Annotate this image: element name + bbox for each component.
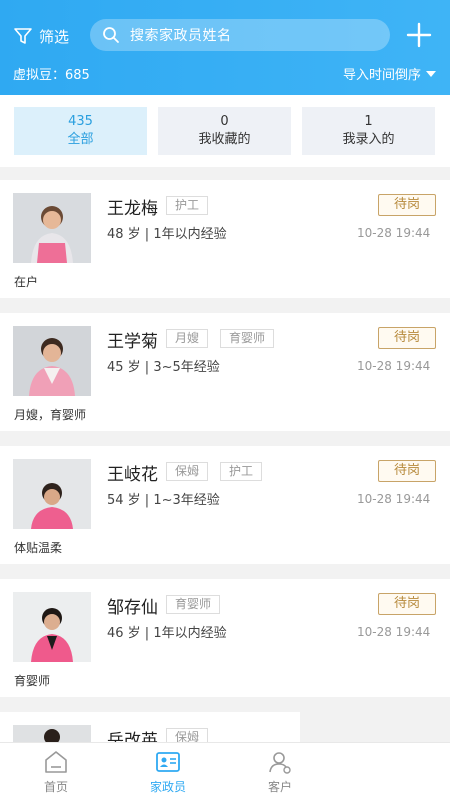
tab-my-entries-count: 1 (364, 114, 373, 129)
virtual-beans-balance: 虚拟豆：685 (13, 68, 90, 83)
skill-tag: 育婴师 (220, 329, 275, 348)
worker-card[interactable]: 王龙梅 护工 48 岁 | 1年以内经验 待岗 10-28 19:44 在户 (0, 180, 450, 298)
worker-tags: 护工 (166, 196, 220, 215)
search-placeholder: 搜索家政员姓名 (130, 28, 232, 44)
tab-favorites[interactable]: 0 我收藏的 (158, 107, 291, 155)
customer-icon (269, 752, 291, 774)
worker-card[interactable]: 王岐花 保姆 护工 54 岁 | 1~3年经验 待岗 10-28 19:44 体… (0, 446, 450, 564)
status-badge: 待岗 (378, 460, 436, 482)
status-badge: 待岗 (378, 593, 436, 615)
stats-tabs: 435 全部 0 我收藏的 1 我录入的 (0, 95, 450, 167)
worker-card[interactable]: 岳改英 保姆 (0, 712, 300, 751)
nav-customers-label: 客户 (267, 780, 292, 794)
worker-info: 48 岁 | 1年以内经验 (107, 227, 227, 242)
filter-icon (14, 28, 32, 44)
worker-name: 王岐花 (107, 465, 158, 485)
worker-info: 46 岁 | 1年以内经验 (107, 626, 227, 641)
skill-tag: 护工 (220, 462, 263, 481)
nav-workers[interactable]: 家政员 (128, 749, 208, 795)
timestamp: 10-28 19:44 (357, 492, 431, 506)
skill-tag: 育婴师 (166, 595, 221, 614)
tab-favorites-count: 0 (220, 114, 229, 129)
worker-name: 王学菊 (107, 332, 158, 352)
worker-card[interactable]: 王学菊 月嫂 育婴师 45 岁 | 3~5年经验 待岗 10-28 19:44 … (0, 313, 450, 431)
nav-home[interactable]: 首页 (16, 749, 96, 795)
timestamp: 10-28 19:44 (357, 226, 431, 240)
avatar (13, 592, 91, 662)
worker-name: 王龙梅 (107, 199, 158, 219)
worker-note: 月嫂，育婴师 (14, 408, 87, 422)
worker-info: 45 岁 | 3~5年经验 (107, 360, 220, 375)
sort-label: 导入时间倒序 (342, 68, 421, 83)
chevron-down-icon (426, 70, 436, 77)
timestamp: 10-28 19:44 (357, 359, 431, 373)
skill-tag: 保姆 (166, 462, 209, 481)
worker-tags: 保姆 护工 (166, 462, 274, 481)
tab-all-label: 全部 (67, 132, 94, 147)
worker-name: 邹存仙 (107, 598, 158, 618)
skill-tag: 护工 (166, 196, 209, 215)
bottom-nav: 首页 家政员 客户 (0, 742, 450, 800)
worker-note: 在户 (14, 275, 39, 289)
avatar (13, 326, 91, 396)
skill-tag: 月嫂 (166, 329, 209, 348)
search-input[interactable]: 搜索家政员姓名 (90, 19, 390, 51)
add-icon[interactable] (406, 22, 432, 48)
status-badge: 待岗 (378, 327, 436, 349)
nav-home-label: 首页 (43, 780, 68, 794)
filter-button[interactable]: 筛选 (13, 24, 69, 48)
avatar (13, 193, 91, 263)
worker-note: 育婴师 (14, 674, 51, 688)
status-badge: 待岗 (378, 194, 436, 216)
tab-favorites-label: 我收藏的 (198, 132, 251, 147)
filter-label: 筛选 (39, 27, 70, 46)
nav-workers-label: 家政员 (149, 780, 186, 794)
tab-all[interactable]: 435 全部 (14, 107, 147, 155)
sort-dropdown[interactable]: 导入时间倒序 (343, 64, 436, 83)
home-icon (45, 751, 67, 773)
id-card-icon (156, 752, 180, 772)
worker-tags: 月嫂 育婴师 (166, 329, 286, 348)
tab-my-entries-label: 我录入的 (342, 132, 395, 147)
avatar (13, 459, 91, 529)
worker-tags: 育婴师 (166, 595, 232, 614)
search-icon (103, 27, 119, 43)
nav-customers[interactable]: 客户 (240, 749, 320, 795)
tab-my-entries[interactable]: 1 我录入的 (302, 107, 435, 155)
avatar (13, 725, 91, 742)
worker-note: 体贴温柔 (14, 541, 63, 555)
worker-card[interactable]: 邹存仙 育婴师 46 岁 | 1年以内经验 待岗 10-28 19:44 育婴师 (0, 579, 450, 697)
top-header: 筛选 搜索家政员姓名 虚拟豆：685 导入时间倒序 (0, 0, 450, 95)
tab-all-count: 435 (68, 114, 93, 129)
timestamp: 10-28 19:44 (357, 625, 431, 639)
worker-info: 54 岁 | 1~3年经验 (107, 493, 220, 508)
